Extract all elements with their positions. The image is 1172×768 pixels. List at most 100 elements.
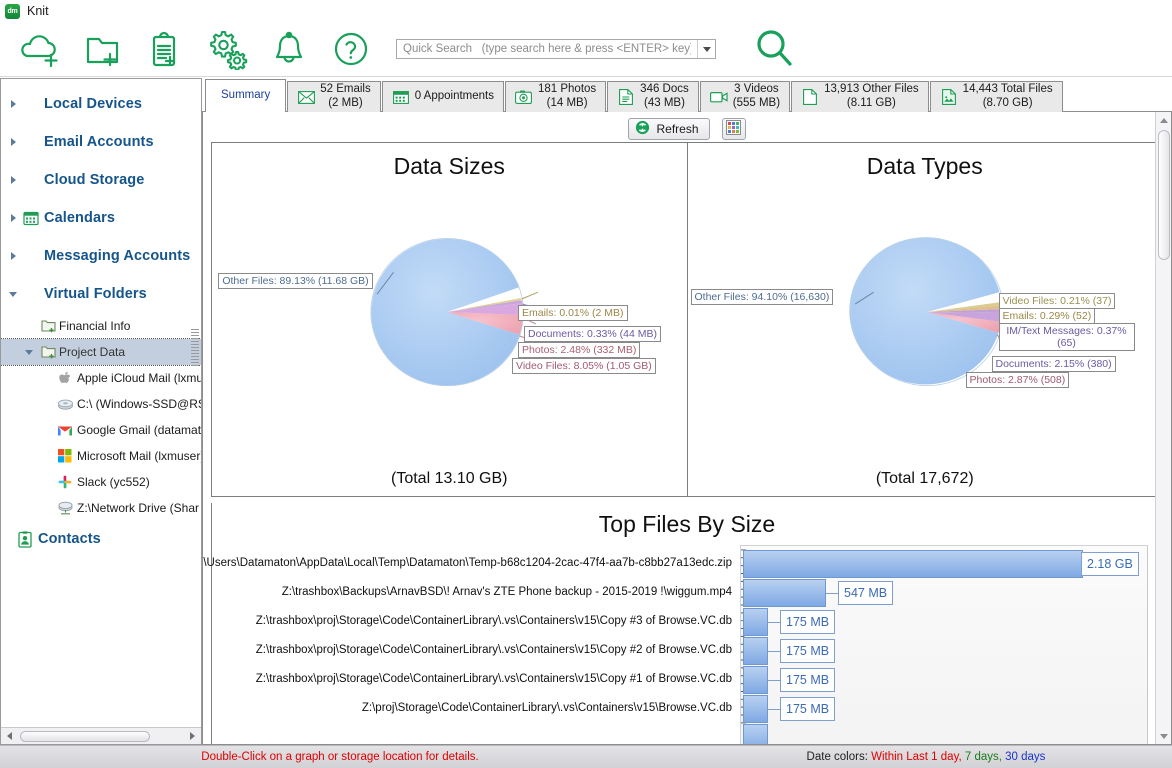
top-files-category-labels: C:\Users\Datamaton\AppData\Local\Temp\Da… bbox=[203, 545, 740, 744]
sidebar-item-slack[interactable]: Slack (yc552) bbox=[1, 469, 201, 495]
scroll-left-arrow-icon[interactable] bbox=[1, 728, 18, 745]
document-icon bbox=[617, 88, 635, 106]
tab-other-files[interactable]: 13,913 Other Files (8.11 GB) bbox=[791, 81, 929, 112]
sidebar-item-network-drive[interactable]: Z:\Network Drive (Shar bbox=[1, 495, 201, 521]
tab-total-files[interactable]: 14,443 Total Files (8.70 GB) bbox=[929, 81, 1063, 112]
search-box[interactable] bbox=[396, 39, 716, 59]
search-input[interactable] bbox=[397, 40, 697, 58]
slack-icon bbox=[53, 475, 77, 489]
chevron-right-icon[interactable] bbox=[5, 172, 21, 188]
sidebar-item-label: Slack (yc552) bbox=[77, 475, 150, 489]
refresh-button[interactable]: Refresh bbox=[628, 117, 710, 140]
sidebar-item-label: Z:\Network Drive (Shar bbox=[77, 501, 200, 515]
tab-label-line1: 52 Emails bbox=[320, 83, 371, 96]
settings-gears-icon[interactable] bbox=[196, 23, 258, 75]
tab-summary[interactable]: Summary bbox=[205, 79, 287, 113]
pie-label-photos: Photos: 2.48% (332 MB) bbox=[518, 342, 641, 359]
scroll-down-arrow-icon[interactable] bbox=[1156, 728, 1171, 744]
bar-value-label: 175 MB bbox=[780, 668, 836, 692]
tab-photos[interactable]: 181 Photos (14 MB) bbox=[504, 81, 607, 112]
tab-videos[interactable]: 3 Videos (555 MB) bbox=[699, 81, 791, 112]
bar-row[interactable] bbox=[743, 666, 768, 694]
bar-row[interactable] bbox=[743, 724, 768, 744]
tab-emails[interactable]: 52 Emails (2 MB) bbox=[287, 81, 381, 112]
tab-appointments[interactable]: 0 Appointments bbox=[381, 81, 504, 112]
scroll-right-arrow-icon[interactable] bbox=[184, 728, 201, 745]
data-sizes-chart[interactable]: Data Sizes Other Files: 89.13% (11.68 GB… bbox=[212, 143, 687, 496]
tab-label-line2: (14 MB) bbox=[546, 97, 588, 109]
camera-icon bbox=[515, 88, 533, 106]
sidebar-item-label: Google Gmail (datamator bbox=[77, 423, 202, 437]
search-magnifier-icon[interactable] bbox=[744, 23, 804, 75]
notifications-bell-icon[interactable] bbox=[258, 23, 320, 75]
search-dropdown-chevron-down-icon[interactable] bbox=[697, 40, 715, 58]
add-cloud-icon[interactable] bbox=[10, 23, 72, 75]
bar-connector bbox=[768, 709, 780, 710]
top-files-plot: 2.18 GB 547 MB 175 MB 175 MB 175 MB 175 … bbox=[740, 545, 1148, 744]
bar-connector bbox=[826, 593, 838, 594]
sidebar-item-local-devices[interactable]: Local Devices bbox=[1, 85, 201, 123]
sidebar-item-label: Contacts bbox=[38, 531, 101, 547]
tree-root: Local Devices Email Accounts Cloud Stora… bbox=[1, 79, 201, 557]
grid-icon bbox=[726, 119, 742, 138]
chevron-down-icon[interactable] bbox=[21, 344, 37, 360]
chevron-right-icon[interactable] bbox=[5, 134, 21, 150]
chevron-down-icon[interactable] bbox=[5, 286, 21, 302]
sidebar-horizontal-scrollbar[interactable] bbox=[1, 727, 201, 744]
data-types-chart[interactable]: Data Types Other Files: 94.10% (16,630) … bbox=[686, 143, 1163, 496]
scroll-track[interactable] bbox=[18, 728, 184, 745]
sidebar-item-project-data[interactable]: Project Data bbox=[1, 338, 201, 366]
title-bar: dm Knit bbox=[0, 0, 1172, 22]
grid-view-button[interactable] bbox=[721, 117, 746, 140]
network-drive-icon bbox=[53, 501, 77, 515]
sidebar-vertical-scrollbar[interactable] bbox=[191, 329, 199, 367]
bar-row[interactable] bbox=[743, 550, 1083, 578]
bar-connector bbox=[768, 651, 780, 652]
calendar-icon bbox=[21, 210, 41, 226]
sidebar-item-cloud-storage[interactable]: Cloud Storage bbox=[1, 161, 201, 199]
chevron-right-icon[interactable] bbox=[5, 96, 21, 112]
bar-category-label: Z:\trashbox\Backups\ArnavBSD\! Arnav's Z… bbox=[281, 586, 732, 598]
sidebar-item-c-drive[interactable]: C:\ (Windows-SSD@RSH bbox=[1, 391, 201, 417]
sidebar-item-virtual-folders[interactable]: Virtual Folders bbox=[1, 275, 201, 313]
content-vertical-scrollbar[interactable] bbox=[1155, 112, 1171, 744]
bar-row[interactable] bbox=[743, 695, 768, 723]
date-color-30-days: 30 days bbox=[1005, 751, 1046, 763]
sidebar-item-calendars[interactable]: Calendars bbox=[1, 199, 201, 237]
bar-category-label: Z:\trashbox\proj\Storage\Code\ContainerL… bbox=[255, 644, 732, 656]
refresh-label: Refresh bbox=[656, 121, 699, 136]
bar-connector bbox=[768, 680, 780, 681]
folder-plus-icon bbox=[37, 319, 59, 333]
tab-label-line2: (8.70 GB) bbox=[982, 97, 1033, 109]
add-clipboard-icon[interactable] bbox=[134, 23, 196, 75]
scroll-thumb[interactable] bbox=[20, 730, 150, 742]
tab-label-line1: 13,913 Other Files bbox=[824, 83, 919, 96]
sidebar-item-messaging-accounts[interactable]: Messaging Accounts bbox=[1, 237, 201, 275]
bar-row[interactable] bbox=[743, 637, 768, 665]
panel-toolbar: Refresh bbox=[203, 112, 1171, 142]
chevron-right-icon[interactable] bbox=[5, 248, 21, 264]
scroll-thumb[interactable] bbox=[1158, 130, 1170, 260]
chevron-right-icon[interactable] bbox=[5, 210, 21, 226]
bar-row[interactable] bbox=[743, 579, 826, 607]
sidebar-item-label: Messaging Accounts bbox=[44, 248, 191, 264]
bar-category-label: Z:\proj\Storage\Code\ContainerLibrary\.v… bbox=[361, 702, 732, 714]
tab-docs[interactable]: 346 Docs (43 MB) bbox=[607, 81, 699, 112]
envelope-icon bbox=[297, 88, 315, 106]
pie-label-other-files: Other Files: 89.13% (11.68 GB) bbox=[218, 273, 373, 290]
top-files-by-size-chart[interactable]: Top Files By Size C:\Users\Datamaton\App… bbox=[203, 503, 1163, 744]
sidebar-item-apple-icloud-mail[interactable]: Apple iCloud Mail (lxmuse bbox=[1, 365, 201, 391]
bar-row[interactable] bbox=[743, 608, 768, 636]
sidebar-item-contacts[interactable]: Contacts bbox=[1, 521, 201, 557]
sidebar-item-microsoft-mail[interactable]: Microsoft Mail (lxmuser) bbox=[1, 443, 201, 469]
help-question-icon[interactable] bbox=[320, 23, 382, 75]
scroll-up-arrow-icon[interactable] bbox=[1156, 112, 1171, 128]
sidebar-item-financial-info[interactable]: Financial Info bbox=[1, 313, 201, 339]
add-folder-icon[interactable] bbox=[72, 23, 134, 75]
sidebar-item-google-gmail[interactable]: Google Gmail (datamator bbox=[1, 417, 201, 443]
bar-category-label: C:\Users\Datamaton\AppData\Local\Temp\Da… bbox=[203, 557, 732, 569]
total-files-icon bbox=[940, 88, 958, 106]
tab-label: 0 Appointments bbox=[414, 90, 494, 103]
sidebar-item-email-accounts[interactable]: Email Accounts bbox=[1, 123, 201, 161]
sidebar-item-label: Project Data bbox=[59, 345, 126, 359]
